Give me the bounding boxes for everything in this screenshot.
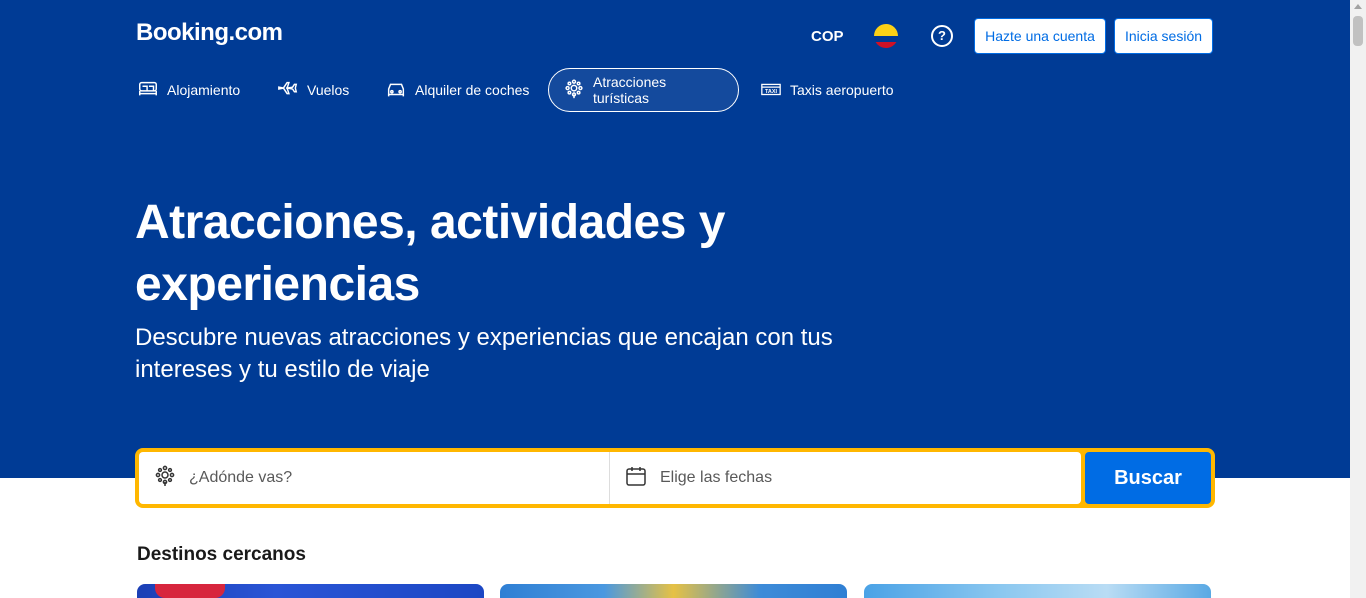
scroll-up-icon[interactable] [1354,4,1362,9]
scrollbar-thumb[interactable] [1353,16,1363,46]
nav-item-atracciones[interactable]: Atracciones turísticas [548,68,739,112]
taxi-icon: TAXI [760,78,782,103]
nav-item-label: Alquiler de coches [415,82,530,98]
nav-item-label: Vuelos [307,82,350,98]
destination-card[interactable] [137,584,484,598]
plane-icon [277,78,299,103]
search-button[interactable]: Buscar [1085,452,1211,504]
register-button[interactable]: Hazte una cuenta [974,18,1106,54]
dates-input[interactable]: Elige las fechas [609,452,1081,504]
section-title: Destinos cercanos [137,544,306,565]
booking-logo[interactable]: Booking.com [136,19,283,47]
currency-selector[interactable]: COP [811,28,844,45]
attractions-icon [563,78,585,103]
vertical-scrollbar[interactable] [1350,0,1366,598]
destination-input[interactable]: ¿Adónde vas? [139,452,609,504]
bed-icon [137,78,159,103]
nav-item-label: Alojamiento [167,82,241,98]
destination-card[interactable] [864,584,1211,598]
car-icon [385,78,407,103]
page-title: Atracciones, actividades y experiencias [135,196,725,311]
attractions-icon [153,464,177,493]
colombia-flag-icon[interactable] [874,24,898,48]
nav-item-label: Atracciones turísticas [593,74,667,106]
destination-card[interactable] [500,584,847,598]
nav-item-label: Taxis aeropuerto [790,82,894,98]
nav-item-alojamiento[interactable]: Alojamiento [123,68,254,112]
login-button[interactable]: Inicia sesión [1114,18,1213,54]
question-icon[interactable]: ? [931,25,953,47]
calendar-icon [624,464,648,493]
nav-item-vuelos[interactable]: Vuelos [263,68,363,112]
nav-item-alquiler-coches[interactable]: Alquiler de coches [371,68,543,112]
svg-text:TAXI: TAXI [765,89,778,95]
dates-placeholder: Elige las fechas [660,469,773,486]
destination-placeholder: ¿Adónde vas? [189,469,293,486]
nav-item-taxis[interactable]: TAXI Taxis aeropuerto [746,68,908,112]
page-subtitle: Descubre nuevas atracciones y experienci… [135,324,833,383]
search-bar: ¿Adónde vas? Elige las fechas Buscar [135,448,1215,508]
